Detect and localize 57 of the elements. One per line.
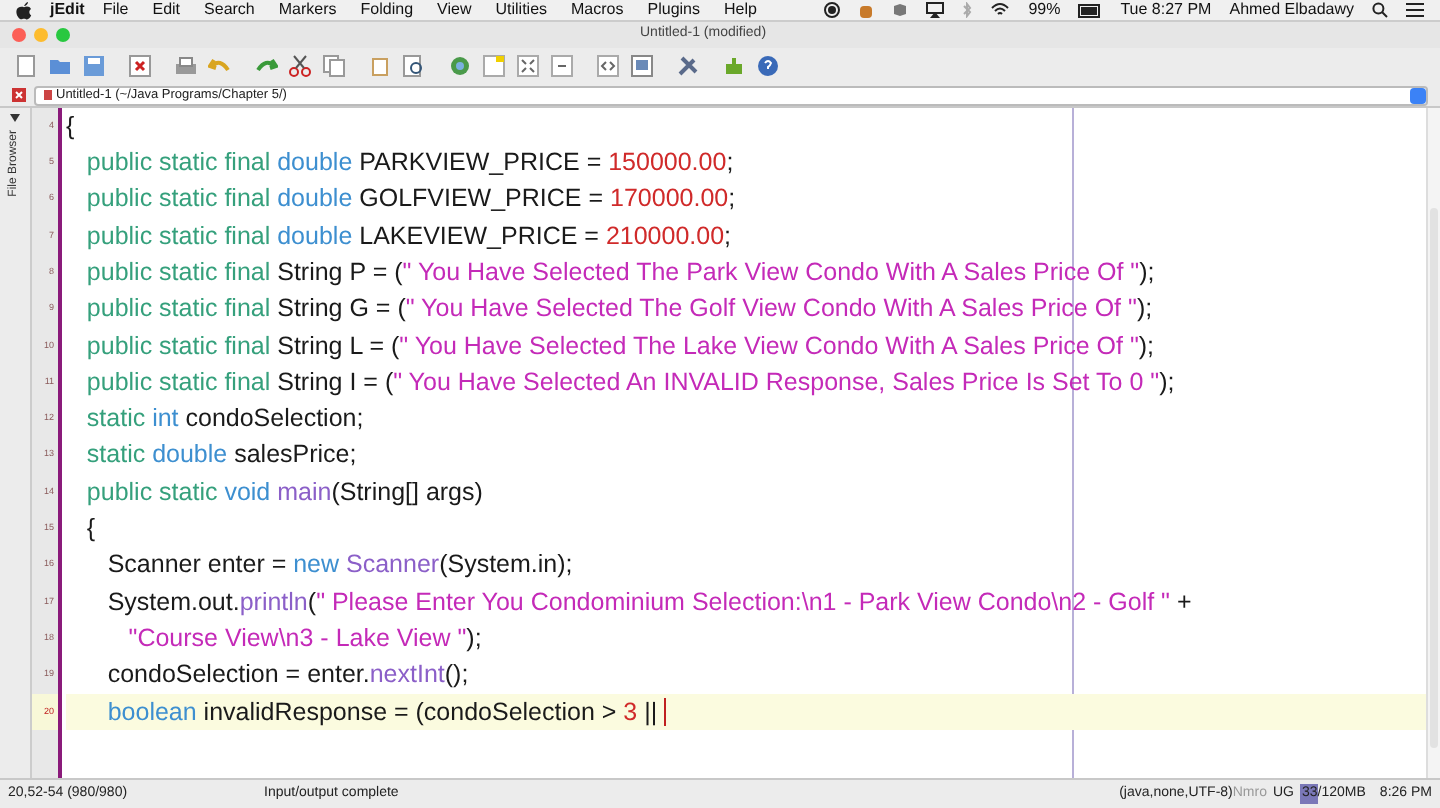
code-line: public static final double LAKEVIEW_PRICE = 210000.00; xyxy=(84,219,732,254)
menu-item[interactable]: Edit xyxy=(152,0,181,22)
menu-item[interactable]: Plugins xyxy=(647,0,700,22)
sticky-note-icon[interactable] xyxy=(482,54,506,78)
copy-icon[interactable] xyxy=(322,54,346,78)
code-line: { xyxy=(66,109,75,144)
menu-item[interactable]: Search xyxy=(204,0,255,22)
menubar-clock[interactable]: Tue 8:27 PM xyxy=(1120,0,1212,22)
box-icon[interactable] xyxy=(892,2,909,18)
code-icon[interactable] xyxy=(596,54,620,78)
app-menu[interactable]: jEdit xyxy=(50,0,85,22)
code-line: Scanner enter = new Scanner(System.in); xyxy=(105,548,573,583)
code-line: public static final double PARKVIEW_PRICE = 150000.00; xyxy=(84,146,734,181)
wifi-icon[interactable] xyxy=(990,2,1011,18)
menu-item[interactable]: View xyxy=(437,0,472,22)
code-line: static double salesPrice; xyxy=(84,438,357,473)
code-line: static int condoSelection; xyxy=(84,402,364,437)
menu-item[interactable]: Macros xyxy=(571,0,624,22)
screen-icon[interactable] xyxy=(926,2,945,18)
code-line: condoSelection = enter.nextInt(); xyxy=(105,658,469,693)
find-icon[interactable] xyxy=(402,54,426,78)
menu-item[interactable]: Utilities xyxy=(495,0,548,22)
search-icon[interactable] xyxy=(1372,2,1388,18)
window-icon[interactable] xyxy=(630,54,654,78)
record-icon[interactable] xyxy=(824,2,841,18)
list-icon[interactable] xyxy=(1406,2,1424,18)
code-line: public static final String L = (" You Have Selected The Lake View Condo With A Sales Price Of "); xyxy=(84,329,1155,364)
print-icon[interactable] xyxy=(174,54,198,78)
file-icon xyxy=(44,90,52,100)
battery-percent: 99% xyxy=(1028,0,1061,22)
folder-icon[interactable] xyxy=(48,54,72,78)
close-button[interactable] xyxy=(12,28,26,42)
text-caret xyxy=(663,697,666,726)
battery-icon[interactable] xyxy=(1078,3,1103,17)
help-icon[interactable] xyxy=(756,54,780,78)
menu-item[interactable]: Markers xyxy=(278,0,337,22)
code-line: public static final String G = (" You Have Selected The Golf View Condo With A Sales Price Of "); xyxy=(84,292,1153,327)
close-icon[interactable] xyxy=(128,54,152,78)
bluetooth-icon[interactable] xyxy=(962,2,973,18)
expand-icon[interactable] xyxy=(516,54,540,78)
code-line: "Course View\n3 - Lake View "); xyxy=(126,621,482,656)
code-line: { xyxy=(84,512,96,547)
code-line: public static final String P = (" You Have Selected The Park View Condo With A Sales Price Of "); xyxy=(84,255,1155,290)
user-name[interactable]: Ahmed Elbadawy xyxy=(1229,0,1354,22)
code-line: public static void main(String[] args) xyxy=(84,475,483,510)
save-icon[interactable] xyxy=(82,54,106,78)
menu-item[interactable]: Folding xyxy=(360,0,414,22)
menu-item[interactable]: Help xyxy=(724,0,757,22)
scissors-icon[interactable] xyxy=(288,54,312,78)
tools-icon[interactable] xyxy=(676,54,700,78)
menu-item[interactable]: File xyxy=(102,0,129,22)
code-line: public static final double GOLFVIEW_PRICE = 170000.00; xyxy=(84,182,736,217)
code-line: System.out.println(" Please Enter You Condominium Selection:\n1 - Park View Condo\n2 - Golf " + xyxy=(105,585,1192,620)
code-line: public static final String I = (" You Have Selected An INVALID Response, Sales Price Is Set To 0 "); xyxy=(84,365,1175,400)
new-file-icon[interactable] xyxy=(14,54,38,78)
code-line: boolean invalidResponse = (condoSelection > 3 || xyxy=(105,695,658,730)
apple-icon[interactable] xyxy=(16,1,32,19)
